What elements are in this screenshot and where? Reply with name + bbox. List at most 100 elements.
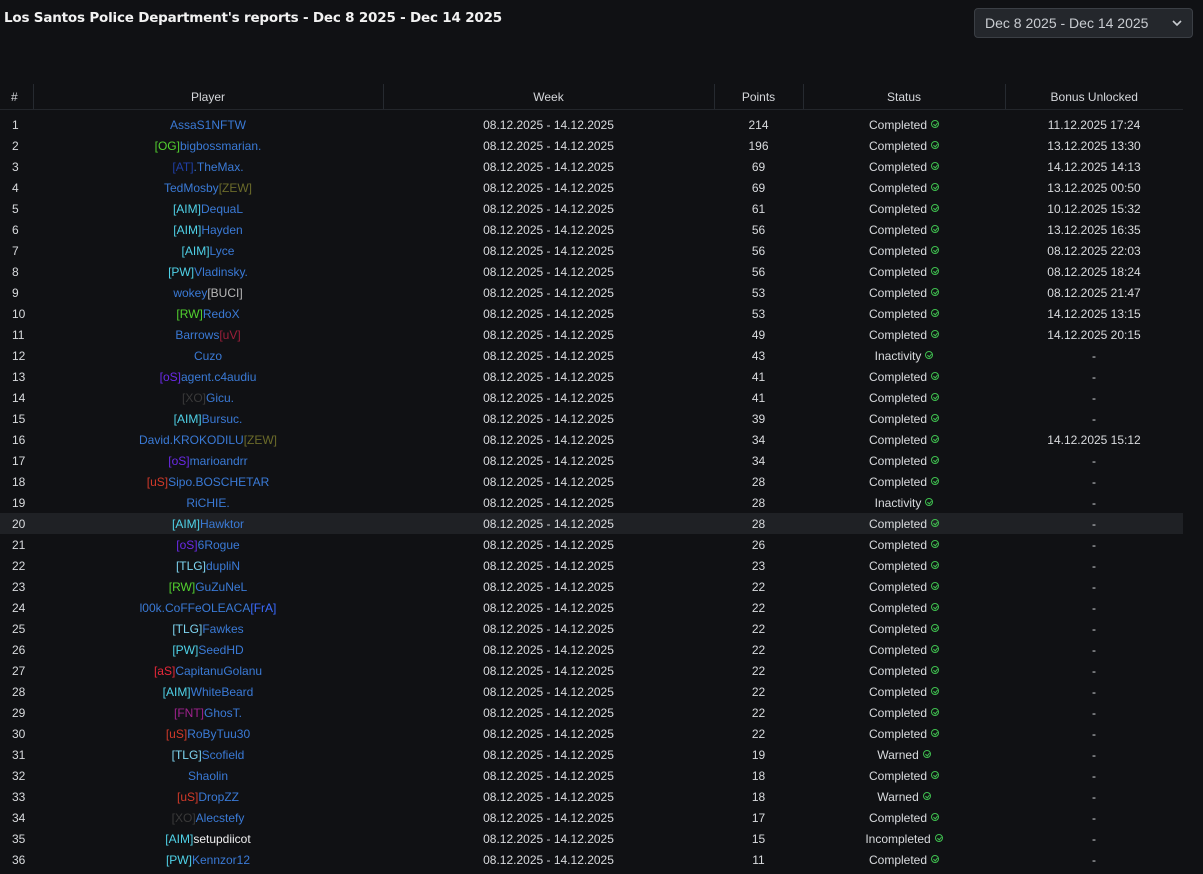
table-row[interactable]: 11 Barrows[uV] 08.12.2025 - 14.12.2025 49 Co… [0, 324, 1183, 345]
date-range-select[interactable]: Dec 8 2025 - Dec 14 2025 [974, 8, 1193, 38]
player-name-link[interactable]: Gicu. [206, 391, 234, 405]
player-name-link[interactable]: Hawktor [200, 517, 244, 531]
player-name-link[interactable]: Fawkes [202, 622, 243, 636]
column-header-rank[interactable]: # [0, 84, 34, 110]
check-circle-icon[interactable] [931, 119, 940, 128]
player-name-link[interactable]: GhosT. [204, 706, 242, 720]
player-name-link[interactable]: wokey [173, 286, 207, 300]
table-row[interactable]: 19 RiCHIE. 08.12.2025 - 14.12.2025 28 Inacti… [0, 492, 1183, 513]
check-circle-icon[interactable] [931, 812, 940, 821]
column-header-week[interactable]: Week [383, 84, 715, 110]
table-row[interactable]: 30 [uS]RoByTuu30 08.12.2025 - 14.12.2025 22… [0, 723, 1183, 744]
check-circle-icon[interactable] [931, 665, 940, 674]
table-row[interactable]: 36 [PW]Kennzor12 08.12.2025 - 14.12.2025 11… [0, 849, 1183, 870]
player-name-link[interactable]: dupliN [206, 559, 240, 573]
player-name-link[interactable]: .TheMax. [194, 160, 244, 174]
check-circle-icon[interactable] [931, 224, 940, 233]
table-row[interactable]: 2 [OG]bigbossmarian. 08.12.2025 - 14.12.20… [0, 135, 1183, 156]
check-circle-icon[interactable] [931, 539, 940, 548]
table-row[interactable]: 23 [RW]GuZuNeL 08.12.2025 - 14.12.2025 22 Co… [0, 576, 1183, 597]
column-header-status[interactable]: Status [803, 84, 1006, 110]
column-header-player[interactable]: Player [33, 84, 384, 110]
player-name-link[interactable]: Hayden [201, 223, 242, 237]
player-name-link[interactable]: agent.c4audiu [181, 370, 256, 384]
table-row[interactable]: 24 l00k.CoFFeOLEACA[FrA] 08.12.2025 - 14.1… [0, 597, 1183, 618]
check-circle-icon[interactable] [922, 749, 931, 758]
check-circle-icon[interactable] [931, 203, 940, 212]
table-row[interactable]: 3 [AT].TheMax. 08.12.2025 - 14.12.2025 69 Co… [0, 156, 1183, 177]
check-circle-icon[interactable] [931, 434, 940, 443]
table-row[interactable]: 22 [TLG]dupliN 08.12.2025 - 14.12.2025 23 Co… [0, 555, 1183, 576]
player-name-link[interactable]: l00k.CoFFeOLEACA [140, 601, 251, 615]
table-row[interactable]: 28 [AIM]WhiteBeard 08.12.2025 - 14.12.2025… [0, 681, 1183, 702]
check-circle-icon[interactable] [925, 497, 934, 506]
check-circle-icon[interactable] [934, 833, 943, 842]
check-circle-icon[interactable] [931, 476, 940, 485]
table-row[interactable]: 1 AssaS1NFTW 08.12.2025 - 14.12.2025 214 Com… [0, 110, 1183, 136]
player-name-link[interactable]: RiCHIE. [186, 496, 229, 510]
table-row[interactable]: 17 [oS]marioandrr 08.12.2025 - 14.12.2025 3… [0, 450, 1183, 471]
check-circle-icon[interactable] [931, 245, 940, 254]
player-name-link[interactable]: WhiteBeard [191, 685, 254, 699]
player-name-link[interactable]: CapitanuGolanu [175, 664, 262, 678]
player-name-link[interactable]: Kennzor12 [192, 853, 250, 867]
check-circle-icon[interactable] [931, 161, 940, 170]
table-row[interactable]: 12 Cuzo 08.12.2025 - 14.12.2025 43 Inactivit… [0, 345, 1183, 366]
table-row[interactable]: 16 David.KROKODILU[ZEW] 08.12.2025 - 14.12… [0, 429, 1183, 450]
table-row[interactable]: 33 [uS]DropZZ 08.12.2025 - 14.12.2025 18 War… [0, 786, 1183, 807]
check-circle-icon[interactable] [931, 413, 940, 422]
player-name-link[interactable]: DropZZ [198, 790, 239, 804]
check-circle-icon[interactable] [922, 791, 931, 800]
table-row[interactable]: 18 [uS]Sipo.BOSCHETAR 08.12.2025 - 14.12.2… [0, 471, 1183, 492]
check-circle-icon[interactable] [931, 602, 940, 611]
player-name-link[interactable]: RedoX [203, 307, 240, 321]
table-row[interactable]: 9 wokey[BUCI] 08.12.2025 - 14.12.2025 53 Com… [0, 282, 1183, 303]
table-row[interactable]: 27 [aS]CapitanuGolanu 08.12.2025 - 14.12.2… [0, 660, 1183, 681]
player-name-link[interactable]: Alecstefy [196, 811, 245, 825]
player-name-link[interactable]: Cuzo [194, 349, 222, 363]
player-name-link[interactable]: Shaolin [188, 769, 228, 783]
player-name-link[interactable]: Sipo.BOSCHETAR [168, 475, 269, 489]
player-name-link[interactable]: Lyce [210, 244, 235, 258]
player-name-link[interactable]: SeedHD [198, 643, 243, 657]
player-name-link[interactable]: David.KROKODILU [139, 433, 244, 447]
column-header-points[interactable]: Points [714, 84, 804, 110]
table-row[interactable]: 31 [TLG]Scofield 08.12.2025 - 14.12.2025 19… [0, 744, 1183, 765]
check-circle-icon[interactable] [931, 266, 940, 275]
table-row[interactable]: 10 [RW]RedoX 08.12.2025 - 14.12.2025 53 Comp… [0, 303, 1183, 324]
check-circle-icon[interactable] [931, 140, 940, 149]
table-row[interactable]: 14 [XO]Gicu. 08.12.2025 - 14.12.2025 41 Comp… [0, 387, 1183, 408]
player-name-link[interactable]: Vladinsky. [194, 265, 248, 279]
player-name-link[interactable]: setupdiicot [193, 832, 250, 846]
player-name-link[interactable]: RoByTuu30 [187, 727, 250, 741]
check-circle-icon[interactable] [931, 182, 940, 191]
check-circle-icon[interactable] [931, 623, 940, 632]
table-row[interactable]: 15 [AIM]Bursuc. 08.12.2025 - 14.12.2025 39 C… [0, 408, 1183, 429]
player-name-link[interactable]: GuZuNeL [195, 580, 247, 594]
column-header-bonus[interactable]: Bonus Unlocked [1005, 84, 1183, 110]
player-name-link[interactable]: 6Rogue [198, 538, 240, 552]
check-circle-icon[interactable] [931, 287, 940, 296]
table-row[interactable]: 13 [oS]agent.c4audiu 08.12.2025 - 14.12.20… [0, 366, 1183, 387]
player-name-link[interactable]: Bursuc. [202, 412, 243, 426]
table-row[interactable]: 20 [AIM]Hawktor 08.12.2025 - 14.12.2025 28 C… [0, 513, 1183, 534]
check-circle-icon[interactable] [931, 707, 940, 716]
player-name-link[interactable]: DequaL [201, 202, 243, 216]
check-circle-icon[interactable] [931, 854, 940, 863]
table-row[interactable]: 8 [PW]Vladinsky. 08.12.2025 - 14.12.2025 56… [0, 261, 1183, 282]
check-circle-icon[interactable] [931, 518, 940, 527]
player-name-link[interactable]: bigbossmarian. [180, 139, 261, 153]
check-circle-icon[interactable] [931, 392, 940, 401]
check-circle-icon[interactable] [931, 560, 940, 569]
player-name-link[interactable]: Scofield [202, 748, 245, 762]
table-row[interactable]: 26 [PW]SeedHD 08.12.2025 - 14.12.2025 22 Com… [0, 639, 1183, 660]
check-circle-icon[interactable] [931, 581, 940, 590]
check-circle-icon[interactable] [931, 728, 940, 737]
player-name-link[interactable]: marioandrr [190, 454, 248, 468]
table-row[interactable]: 32 Shaolin 08.12.2025 - 14.12.2025 18 Comple… [0, 765, 1183, 786]
player-name-link[interactable]: AssaS1NFTW [170, 118, 246, 132]
check-circle-icon[interactable] [931, 770, 940, 779]
check-circle-icon[interactable] [931, 455, 940, 464]
check-circle-icon[interactable] [925, 350, 934, 359]
table-row[interactable]: 21 [oS]6Rogue 08.12.2025 - 14.12.2025 26 Com… [0, 534, 1183, 555]
